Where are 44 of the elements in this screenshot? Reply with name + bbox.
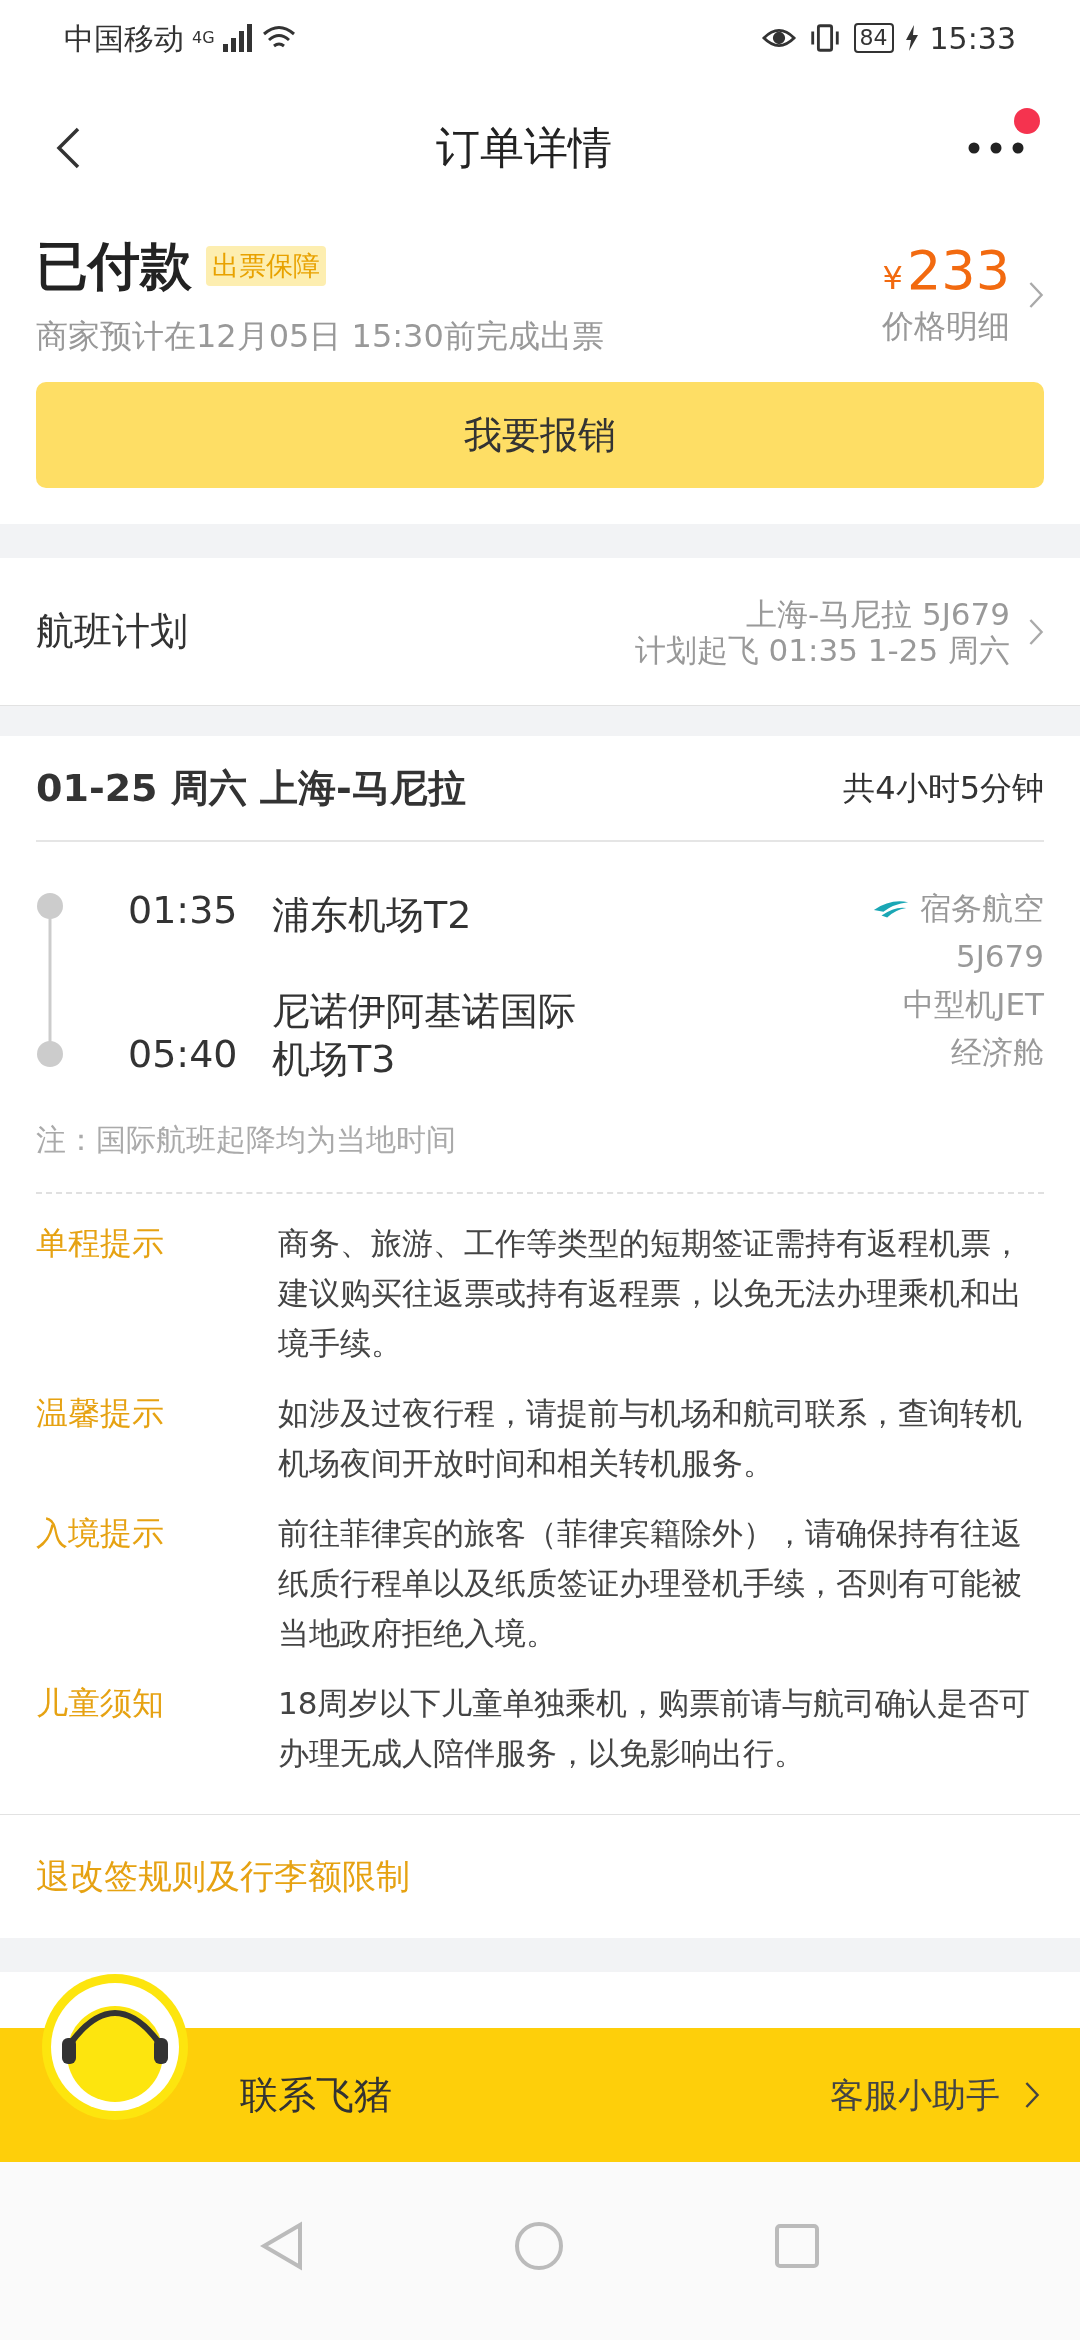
signal-icon: [222, 24, 253, 52]
flight-number: 5J679: [955, 937, 1044, 976]
eye-icon: [761, 26, 796, 50]
home-nav-icon[interactable]: [514, 2221, 564, 2271]
tip-text: 前往菲律宾的旅客（菲律宾籍除外），请确保持有往返纸质行程单以及纸质签证办理登机手续，否则有可能被当地政府拒绝入境。: [278, 1514, 1023, 1653]
flight-plan-label: 航班计划: [36, 608, 188, 655]
tip-label: 儿童须知: [36, 1683, 165, 1724]
segment-title: 01-25 周六 上海-马尼拉: [36, 764, 466, 812]
tip-text: 18周岁以下儿童单独乘机，购票前请与航司确认是否可办理无成人陪伴服务，以免影响出行。: [278, 1684, 1032, 1773]
flight-time: 05:40: [127, 1031, 239, 1078]
tip-text: 商务、旅游、工作等类型的短期签证需持有返程机票，建议购买往返票或持有返程票，以免无法办理乘机和出境手续。: [278, 1224, 1023, 1363]
carrier-name: 中国移动: [64, 19, 184, 58]
tip-label: 入境提示: [36, 1513, 165, 1554]
airline-name: 宿务航空: [920, 889, 1044, 928]
airport-name: 尼诺伊阿基诺国际机场T3: [272, 988, 577, 1083]
flight-time: 01:35: [127, 887, 239, 934]
back-icon[interactable]: [56, 126, 80, 170]
aircraft-type: 中型机JET: [903, 985, 1044, 1024]
tip-label: 温馨提示: [36, 1393, 165, 1434]
tip-label: 单程提示: [36, 1223, 165, 1264]
recents-nav-icon[interactable]: [774, 2223, 820, 2269]
currency-symbol: ¥: [882, 258, 903, 299]
back-nav-icon[interactable]: [260, 2221, 304, 2271]
charging-icon: [905, 25, 918, 51]
airport-name: 浦东机场T2: [272, 892, 473, 939]
contact-title[interactable]: 联系飞猪: [240, 2066, 392, 2124]
departure-time: 计划起飞 01:35 1-25 周六: [634, 631, 1010, 668]
network-type: 4G: [192, 26, 215, 49]
tip-text: 如涉及过夜行程，请提前与机场和航司联系，查询转机机场夜间开放时间和相关转机服务。: [278, 1394, 1023, 1483]
assistant-link[interactable]: 客服小助手: [830, 2069, 1000, 2121]
timezone-note: 注：国际航班起降均为当地时间: [36, 1117, 1044, 1194]
ticketing-note: 商家预计在12月05日 15:30前完成出票: [36, 316, 604, 357]
more-icon[interactable]: [968, 142, 1024, 154]
guarantee-tag: 出票保障: [206, 245, 326, 287]
cabin-class: 经济舱: [951, 1033, 1044, 1072]
clock-time: 15:33: [929, 19, 1016, 58]
battery-level: 84: [853, 23, 894, 53]
flight-duration: 共4小时5分钟: [843, 768, 1044, 809]
avatar-icon: [40, 1972, 190, 2122]
flight-route: 上海-马尼拉 5J679: [745, 595, 1010, 632]
reimburse-button[interactable]: 我要报销: [36, 382, 1044, 488]
total-price: 233: [906, 240, 1010, 302]
page-title: 订单详情: [436, 121, 612, 175]
order-status: 已付款: [36, 235, 192, 298]
